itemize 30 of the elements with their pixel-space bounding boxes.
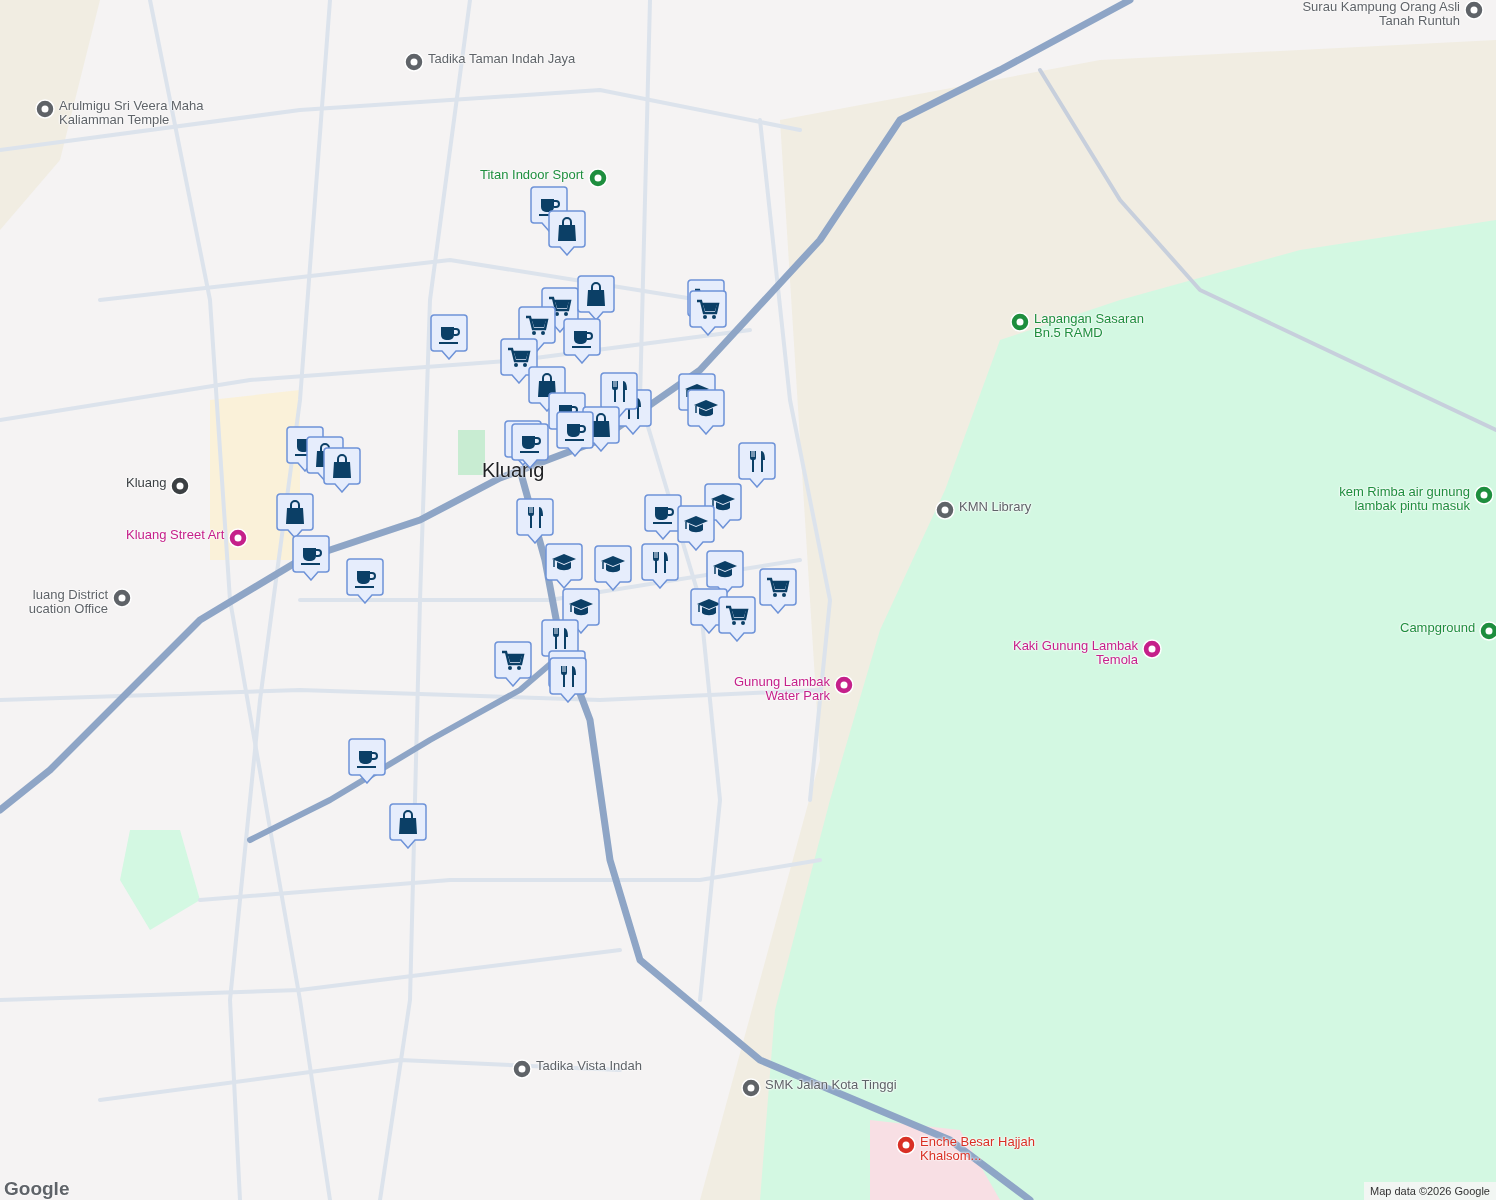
place-pin-icon[interactable] — [1464, 0, 1484, 20]
place-label[interactable]: Kluang Street Art — [126, 528, 225, 542]
place-pin-icon[interactable] — [35, 99, 55, 119]
place-pin-icon[interactable] — [512, 1059, 532, 1079]
place-pin-icon[interactable] — [896, 1135, 916, 1155]
place-label[interactable]: Lapangan Sasaran Bn.5 RAMD — [1034, 312, 1164, 340]
place-label[interactable]: Kaki Gunung Lambak Temola — [1008, 639, 1138, 667]
town-label: Kluang — [482, 458, 545, 483]
place-label[interactable]: Campground — [1400, 621, 1476, 635]
place-pin-icon[interactable] — [228, 528, 249, 548]
place-label[interactable]: luang District ucation Office — [0, 588, 108, 616]
place-pin-icon[interactable] — [170, 476, 191, 496]
map-logo: Google — [4, 1177, 70, 1200]
place-label[interactable]: KMN Library — [959, 500, 1032, 514]
place-pin-icon[interactable] — [834, 675, 854, 695]
place-label[interactable]: Enche Besar Hajjah Khalsom... — [920, 1135, 1070, 1163]
place-label[interactable]: Surau Kampung Orang Asli Tanah Runtuh — [1290, 0, 1460, 28]
place-label[interactable]: Kluang — [126, 476, 167, 490]
place-pin-icon[interactable] — [112, 588, 132, 608]
place-label[interactable]: SMK Jalan Kota Tinggi — [765, 1078, 897, 1092]
place-pin-icon[interactable] — [935, 500, 955, 520]
place-pin-icon[interactable] — [404, 52, 424, 72]
place-label[interactable]: kem Rimba air gunung lambak pintu masuk — [1300, 485, 1470, 513]
place-label[interactable]: Arulmigu Sri Veera Maha Kaliamman Temple — [59, 99, 249, 127]
place-label[interactable]: Titan Indoor Sport — [480, 168, 584, 182]
place-label[interactable]: Gunung Lambak Water Park — [700, 675, 830, 703]
place-pin-icon[interactable] — [1142, 639, 1162, 659]
place-pin-icon[interactable] — [741, 1078, 761, 1098]
place-label[interactable]: Tadika Vista Indah — [536, 1059, 642, 1073]
place-label[interactable]: Tadika Taman Indah Jaya — [428, 52, 576, 66]
